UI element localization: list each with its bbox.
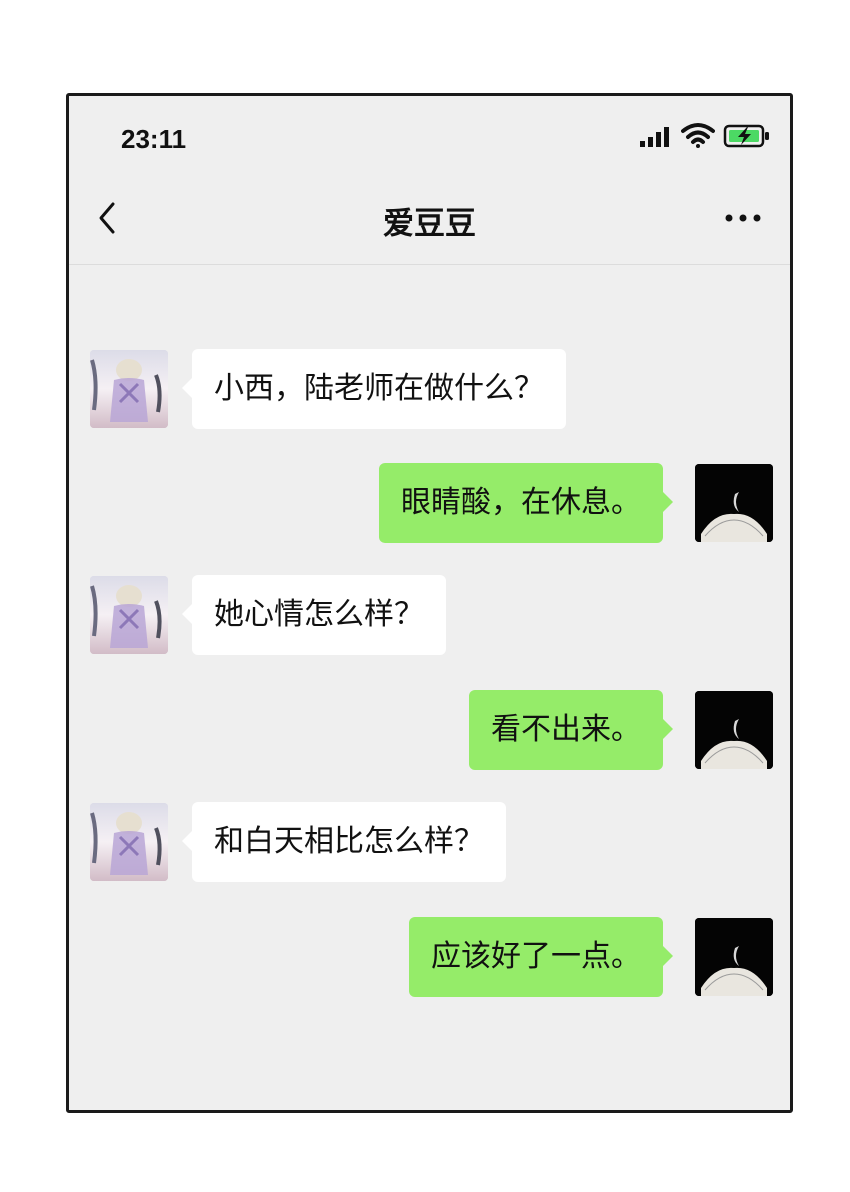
wifi-icon [681, 123, 715, 148]
contact-avatar[interactable] [90, 350, 168, 428]
contact-avatar[interactable] [90, 576, 168, 654]
outgoing-message-bubble[interactable]: 眼睛酸，在休息。 [379, 463, 673, 543]
outgoing-message-bubble[interactable]: 应该好了一点。 [409, 917, 673, 997]
message-row-outgoing: 看不出来。 [69, 690, 790, 781]
phone-screen: 23:11 爱豆豆 小西，陆老师在做什么？ 眼睛酸，在休息。 她心情怎么样？ 看… [66, 93, 793, 1113]
message-row-outgoing: 眼睛酸，在休息。 [69, 463, 790, 554]
incoming-message-bubble[interactable]: 和白天相比怎么样？ [182, 802, 506, 882]
incoming-message-bubble[interactable]: 小西，陆老师在做什么？ [182, 349, 566, 429]
self-avatar[interactable] [695, 464, 773, 542]
message-list: 小西，陆老师在做什么？ 眼睛酸，在休息。 她心情怎么样？ 看不出来。 和白天相比… [69, 264, 790, 1110]
battery-charging-icon [723, 124, 769, 148]
message-row-incoming: 和白天相比怎么样？ [69, 802, 790, 893]
status-bar: 23:11 [69, 96, 790, 186]
incoming-message-bubble[interactable]: 她心情怎么样？ [182, 575, 446, 655]
self-avatar[interactable] [695, 918, 773, 996]
chat-title: 爱豆豆 [383, 206, 476, 242]
self-avatar[interactable] [695, 691, 773, 769]
message-row-incoming: 小西，陆老师在做什么？ [69, 349, 790, 440]
contact-avatar[interactable] [90, 803, 168, 881]
more-dots-icon[interactable] [723, 210, 763, 226]
status-time: 23:11 [121, 124, 187, 154]
outgoing-message-bubble[interactable]: 看不出来。 [469, 690, 673, 770]
message-row-incoming: 她心情怎么样？ [69, 575, 790, 666]
message-row-outgoing: 应该好了一点。 [69, 917, 790, 1008]
chat-header: 爱豆豆 [69, 186, 790, 265]
signal-icon [640, 127, 669, 147]
